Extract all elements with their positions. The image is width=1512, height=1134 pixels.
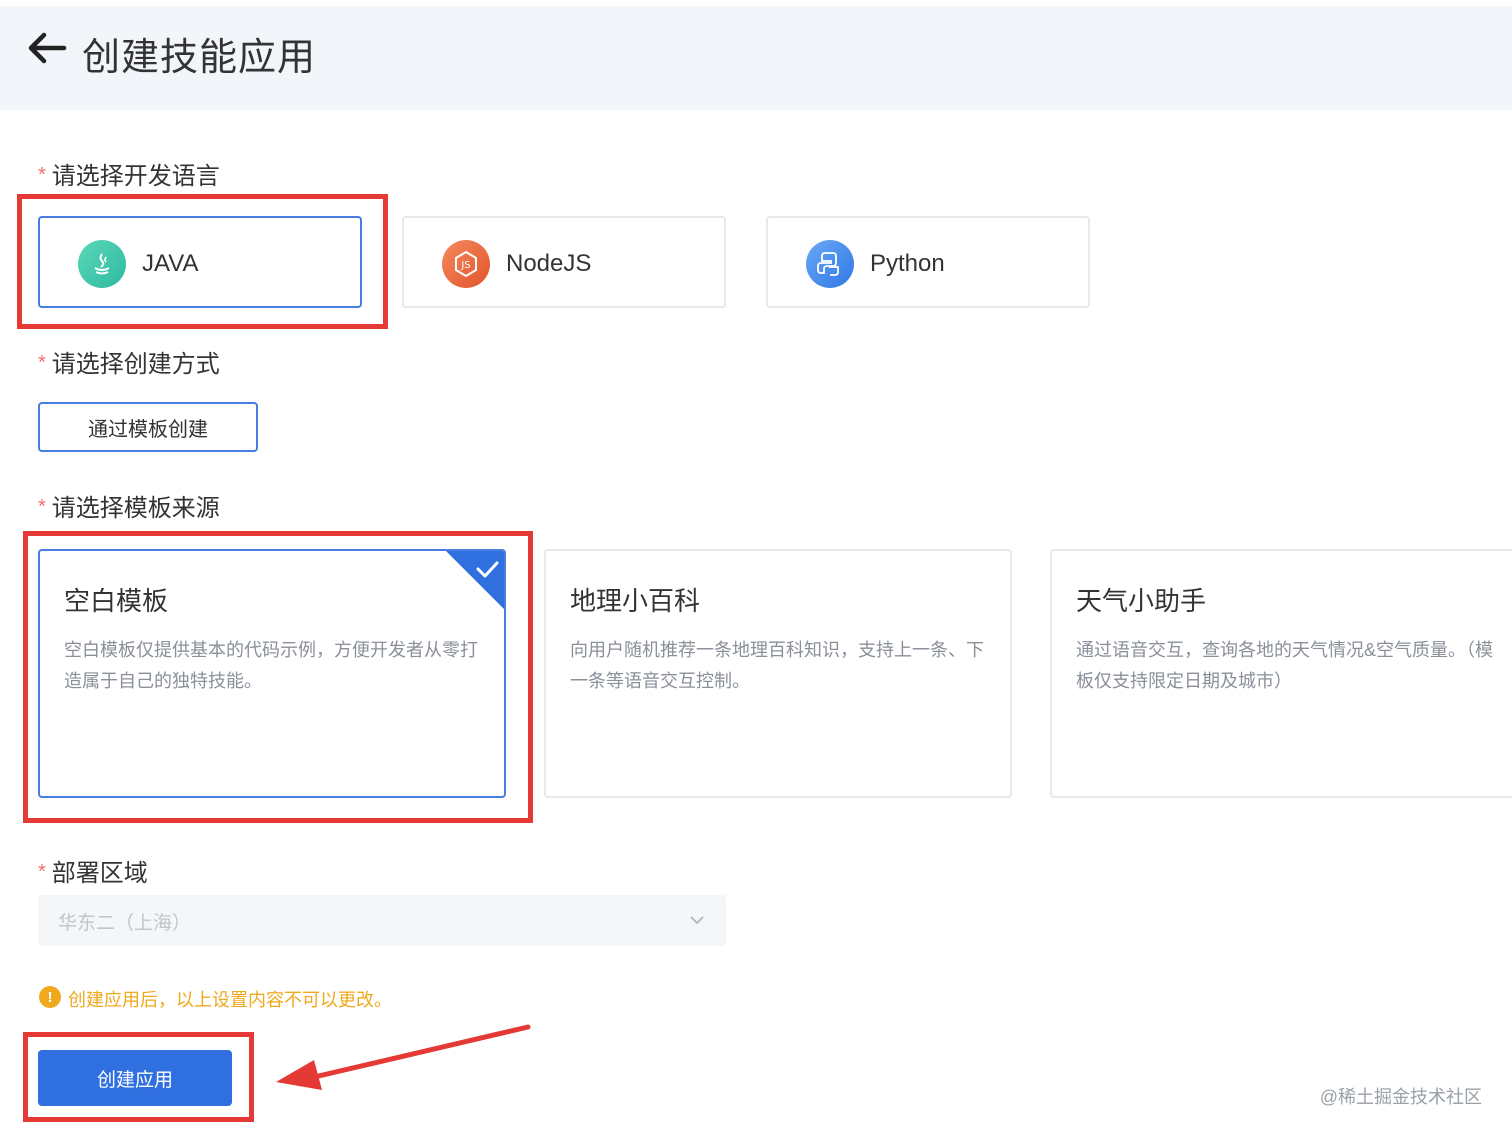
region-label: * 部署区域 bbox=[38, 860, 148, 887]
template-title: 地理小百科 bbox=[570, 586, 701, 616]
chevron-down-icon bbox=[690, 916, 704, 925]
warning-icon: ! bbox=[39, 986, 61, 1008]
template-desc: 空白模板仅提供基本的代码示例，方便开发者从零打造属于自己的独特技能。 bbox=[64, 640, 478, 691]
template-card-weather[interactable]: 天气小助手 通过语音交互，查询各地的天气情况&空气质量。（模板仅支持限定日期及城… bbox=[1050, 549, 1512, 798]
method-label: * 请选择创建方式 bbox=[38, 351, 220, 378]
template-label: * 请选择模板来源 bbox=[38, 495, 220, 522]
language-label: * 请选择开发语言 bbox=[38, 163, 220, 190]
language-name: JAVA bbox=[142, 250, 199, 277]
region-value: 华东二（上海） bbox=[58, 913, 192, 934]
create-app-button[interactable]: 创建应用 bbox=[38, 1050, 232, 1106]
language-name: NodeJS bbox=[506, 250, 592, 277]
language-option-nodejs[interactable]: JS NodeJS bbox=[402, 216, 726, 308]
template-title: 空白模板 bbox=[64, 586, 169, 616]
warning-text: 创建应用后，以上设置内容不可以更改。 bbox=[68, 990, 392, 1010]
region-select[interactable]: 华东二（上海） bbox=[38, 895, 726, 946]
template-card-geography[interactable]: 地理小百科 向用户随机推荐一条地理百科知识，支持上一条、下一条等语音交互控制。 bbox=[544, 549, 1012, 798]
watermark: @稀土掘金技术社区 bbox=[1319, 1087, 1482, 1107]
page-title: 创建技能应用 bbox=[82, 37, 317, 79]
template-title: 天气小助手 bbox=[1076, 586, 1207, 616]
template-desc: 通过语音交互，查询各地的天气情况&空气质量。（模板仅支持限定日期及城市） bbox=[1076, 640, 1494, 691]
java-icon bbox=[78, 240, 126, 288]
template-desc: 向用户随机推荐一条地理百科知识，支持上一条、下一条等语音交互控制。 bbox=[570, 640, 984, 691]
create-from-template-button[interactable]: 通过模板创建 bbox=[38, 402, 258, 452]
language-name: Python bbox=[870, 250, 945, 277]
page-header: 创建技能应用 bbox=[0, 6, 1512, 110]
python-icon bbox=[806, 240, 854, 288]
template-card-blank[interactable]: 空白模板 空白模板仅提供基本的代码示例，方便开发者从零打造属于自己的独特技能。 bbox=[38, 549, 506, 798]
svg-text:JS: JS bbox=[460, 260, 470, 271]
required-mark: * bbox=[38, 164, 46, 186]
check-icon bbox=[446, 551, 504, 609]
nodejs-icon: JS bbox=[442, 240, 490, 288]
arrow-left-icon[interactable] bbox=[26, 28, 68, 68]
language-option-java[interactable]: JAVA bbox=[38, 216, 362, 308]
language-option-python[interactable]: Python bbox=[766, 216, 1090, 308]
annotation-arrow-icon bbox=[276, 1024, 531, 1090]
